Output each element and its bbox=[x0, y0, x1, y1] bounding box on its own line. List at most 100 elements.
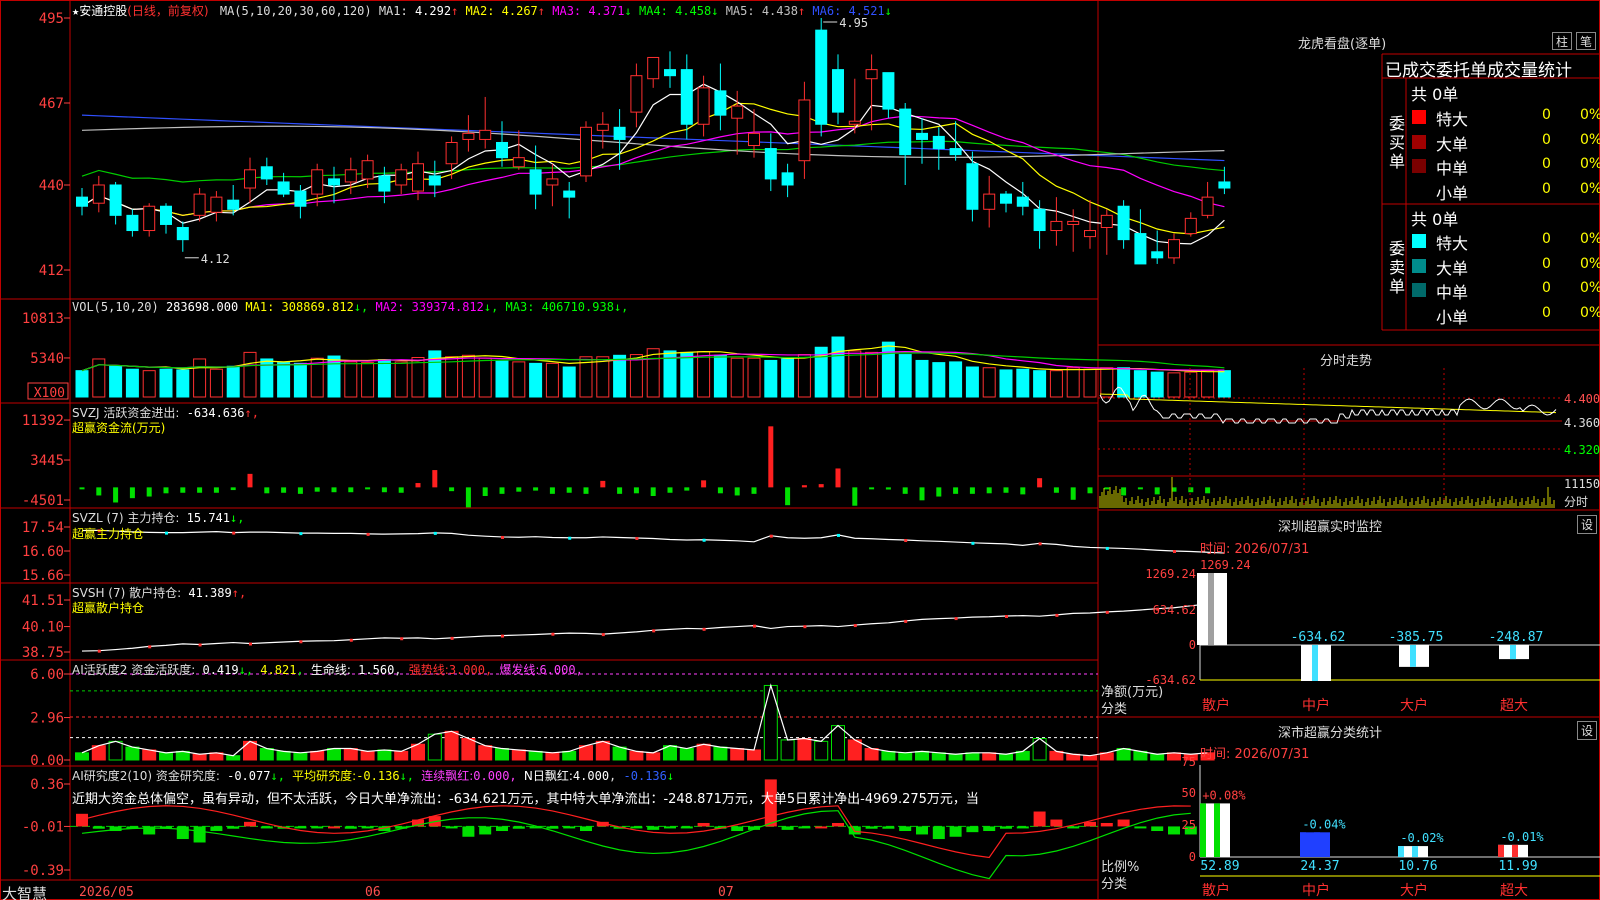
volume-bar bbox=[1217, 370, 1231, 398]
period-label[interactable]: (日线，前复权) bbox=[127, 4, 208, 18]
volume-bar bbox=[226, 365, 240, 398]
candle-body bbox=[311, 169, 324, 195]
candle-body bbox=[395, 169, 408, 186]
ai1-bar bbox=[713, 746, 728, 761]
svzj-bar bbox=[113, 487, 119, 503]
sz-monitor-bar-2[interactable] bbox=[1399, 645, 1429, 667]
svzj-bar bbox=[297, 487, 303, 494]
ai1-comma2: , bbox=[394, 663, 402, 677]
svsh-dot bbox=[148, 645, 152, 649]
sz-class-value-2: 10.76 bbox=[1398, 859, 1437, 874]
ma-2-label: MA2: bbox=[458, 4, 495, 18]
ai2-v2: -0.136 bbox=[356, 769, 400, 783]
ai1-bar bbox=[915, 750, 929, 761]
ma-label: MA(5,10,20,30,60,120) bbox=[219, 4, 372, 18]
tick-mode-button[interactable]: 笔 bbox=[1576, 32, 1596, 50]
svzl-dot bbox=[1105, 546, 1109, 550]
sell-0-swatch bbox=[1412, 234, 1426, 248]
svzl-header: SVZL (7) 主力持仓: 15.741↓, bbox=[72, 509, 244, 526]
svzj-bar bbox=[533, 487, 539, 491]
sz-class-bar-3[interactable] bbox=[1498, 844, 1528, 857]
svzj-bar bbox=[936, 487, 942, 497]
candle-body bbox=[764, 148, 777, 180]
svzj-bar bbox=[365, 487, 371, 490]
svzj-tick-0: 11392 bbox=[22, 413, 64, 429]
ai2-bar bbox=[328, 826, 340, 829]
svzj-bar bbox=[785, 487, 791, 506]
buy-0-pct: 0% bbox=[1580, 107, 1600, 123]
svsh-dot bbox=[1005, 615, 1008, 619]
ai2-bar bbox=[647, 826, 660, 830]
volume-bar bbox=[125, 368, 139, 398]
ai1-bar bbox=[629, 750, 644, 761]
candle-body bbox=[1100, 214, 1113, 228]
ai2-bar bbox=[1134, 826, 1147, 829]
candle-body bbox=[647, 56, 660, 80]
candle-body bbox=[664, 69, 676, 77]
ma-5-label: MA5: bbox=[718, 4, 755, 18]
sell-1-pct: 0% bbox=[1580, 255, 1600, 272]
svzl-dot bbox=[299, 532, 303, 536]
volume-bar bbox=[949, 361, 963, 398]
ai2-green-line bbox=[81, 810, 1191, 880]
svzl-tick-2: 15.66 bbox=[22, 568, 64, 584]
buy-3-swatch bbox=[1412, 183, 1426, 198]
svzj-bar bbox=[953, 487, 959, 494]
volume-bar bbox=[697, 351, 711, 398]
ai2-l3: 连续飘红: bbox=[421, 769, 474, 783]
ai1-bar bbox=[763, 684, 778, 761]
candle-body bbox=[748, 132, 760, 147]
svzj-tick-2: -4501 bbox=[22, 493, 64, 509]
buy-3-name: 小单 bbox=[1436, 183, 1469, 203]
volume-bar bbox=[932, 362, 946, 398]
sell-1-name: 大单 bbox=[1436, 258, 1469, 278]
candle-body bbox=[580, 126, 592, 177]
vol-tick-1: 5340 bbox=[30, 351, 64, 367]
chart-canvas[interactable]: 4954674404124.954.12108135340X1001139234… bbox=[0, 0, 1600, 900]
sz-class-bar-0[interactable] bbox=[1200, 803, 1230, 857]
sz-class-bar-1[interactable] bbox=[1300, 832, 1330, 857]
vol-header: VOL(5,10,20) 283698.000 MA1: 308869.812↓… bbox=[72, 300, 628, 314]
sz-class-settings-button[interactable]: 设 bbox=[1577, 721, 1597, 740]
sz-class-bar-2[interactable] bbox=[1398, 846, 1428, 857]
svzj-bar bbox=[852, 487, 858, 506]
ai2-v1: -0.077 bbox=[227, 769, 271, 783]
sz-monitor-bar-1[interactable] bbox=[1301, 645, 1331, 681]
vol-ma-2-value: 339374.812 bbox=[404, 300, 484, 314]
ai1-bar bbox=[444, 730, 459, 761]
sz-monitor-bar-stripe bbox=[1312, 645, 1318, 681]
ai2-l4: N日飘红: bbox=[523, 769, 573, 783]
svsh-tick-0: 41.51 bbox=[22, 593, 64, 609]
ai2-bar bbox=[949, 826, 962, 837]
volume-bar bbox=[764, 359, 778, 398]
sz-monitor-bar-0[interactable] bbox=[1197, 573, 1227, 645]
ai2-bar bbox=[865, 826, 878, 829]
ma-6-value: 4.521 bbox=[841, 4, 885, 18]
sz-monitor-settings-button[interactable]: 设 bbox=[1577, 515, 1597, 534]
ai1-l2: 生命线: bbox=[310, 663, 351, 677]
svzj-bar bbox=[1137, 487, 1143, 490]
buy-2-name: 中单 bbox=[1436, 159, 1469, 178]
volume-bar bbox=[831, 336, 845, 398]
svsh-title: SVSH (7) 散户持仓: bbox=[72, 586, 182, 600]
volume-bar bbox=[75, 370, 89, 398]
volume-bar bbox=[915, 359, 929, 398]
svzj-bar bbox=[230, 487, 236, 491]
fenshi-vol-unit: 分时 bbox=[1564, 495, 1589, 509]
svzj-bar bbox=[869, 487, 875, 490]
sz-monitor-title: 深圳超赢实时监控 bbox=[1278, 520, 1383, 535]
ai2-bar bbox=[899, 826, 912, 832]
stock-name: 安通控股 bbox=[79, 4, 128, 18]
buy-total: 共 0单 bbox=[1411, 85, 1459, 104]
svzj-bar bbox=[482, 487, 488, 496]
sz-class-title: 深市超赢分类统计 bbox=[1278, 726, 1383, 741]
svzj-bar bbox=[919, 487, 925, 501]
sz-monitor-bar-3[interactable] bbox=[1499, 645, 1529, 660]
candle-body bbox=[428, 175, 441, 186]
candle-body bbox=[848, 120, 861, 125]
volume-bar bbox=[848, 350, 862, 398]
ai1-bar bbox=[461, 738, 476, 761]
ai2-bar bbox=[630, 826, 643, 829]
bar-mode-button[interactable]: 柱 bbox=[1552, 32, 1572, 50]
vol-value: 283698.000 bbox=[165, 300, 239, 314]
